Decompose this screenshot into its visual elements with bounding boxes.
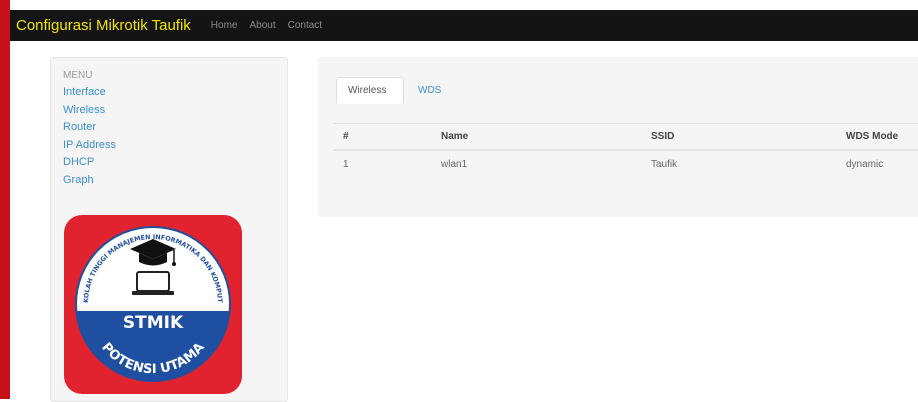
tab-wds[interactable]: WDS [418, 77, 441, 104]
col-header-number: # [333, 123, 431, 151]
sidebar-menu: Menu Interface Wireless Router IP Addres… [50, 57, 288, 402]
menu-list: Interface Wireless Router IP Address DHC… [63, 84, 116, 189]
brand-title[interactable]: Configurasi Mikrotik Taufik [10, 17, 191, 34]
stmik-logo: SEKOLAH TINGGI MANAJEMEN INFORMATIKA DAN… [64, 215, 242, 394]
col-header-name: Name [431, 123, 641, 151]
menu-header: Menu [63, 70, 93, 81]
laptop-icon [132, 271, 174, 295]
tab-wireless[interactable]: Wireless [336, 77, 404, 104]
cell-name: wlan1 [431, 149, 641, 178]
nav-link-about[interactable]: About [249, 20, 275, 31]
sidebar-item-interface[interactable]: Interface [63, 84, 116, 102]
table-row: 1 wlan1 Taufik dynamic [333, 149, 918, 178]
content-panel: Wireless WDS # Name SSID WDS Mode 1 wlan… [318, 57, 918, 217]
wireless-table: # Name SSID WDS Mode 1 wlan1 Taufik dyna… [333, 123, 918, 178]
sidebar-item-graph[interactable]: Graph [63, 172, 116, 190]
cell-ssid: Taufik [641, 149, 836, 178]
col-header-ssid: SSID [641, 123, 836, 151]
top-navbar: Configurasi Mikrotik Taufik Home About C… [10, 10, 918, 41]
cell-wds-mode: dynamic [836, 149, 918, 178]
nav-link-contact[interactable]: Contact [288, 20, 322, 31]
sidebar-item-router[interactable]: Router [63, 119, 116, 137]
sidebar-item-ip-address[interactable]: IP Address [63, 137, 116, 155]
col-header-wds-mode: WDS Mode [836, 123, 918, 151]
cell-number: 1 [333, 149, 431, 178]
sidebar-item-dhcp[interactable]: DHCP [63, 154, 116, 172]
nav-link-home[interactable]: Home [211, 20, 238, 31]
table-header-row: # Name SSID WDS Mode [333, 123, 918, 151]
sidebar-item-wireless[interactable]: Wireless [63, 102, 116, 120]
left-edge-bar [0, 0, 10, 399]
logo-stmik-text: STMIK [123, 313, 184, 333]
